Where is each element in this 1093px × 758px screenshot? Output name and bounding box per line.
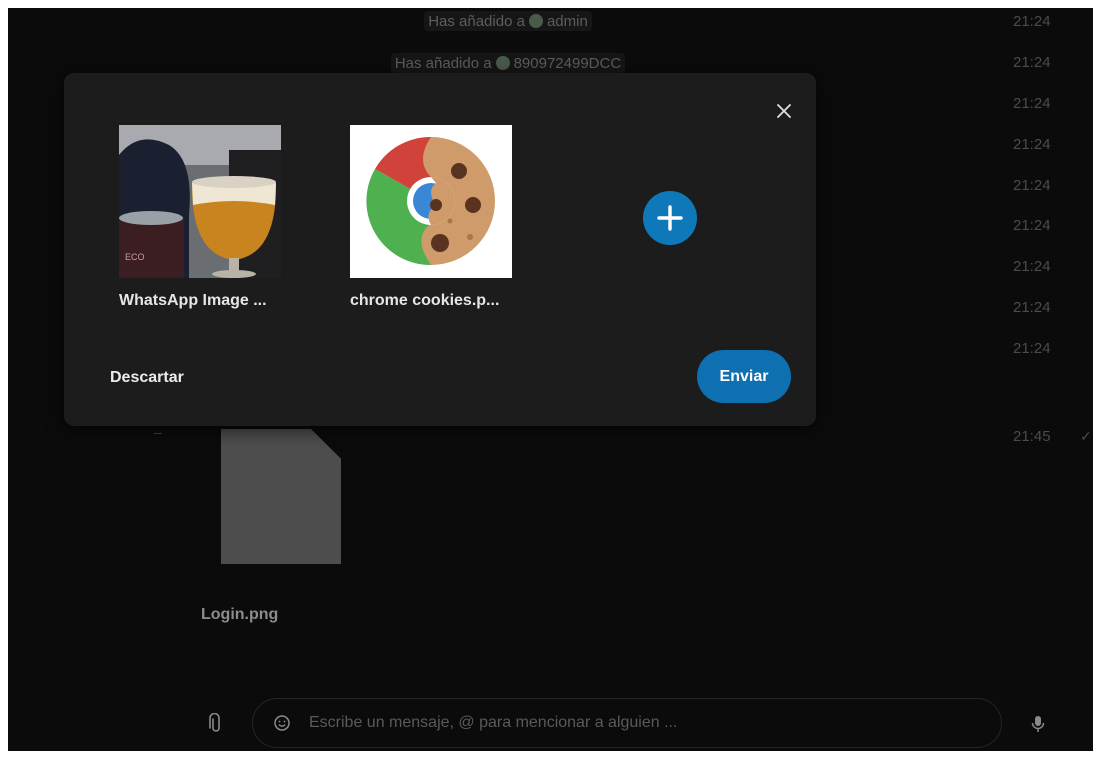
svg-text:ECO: ECO [125, 252, 145, 262]
discard-button[interactable]: Descartar [110, 369, 184, 387]
message-timestamp: 21:45 [1013, 428, 1051, 445]
send-files-dialog: ECO WhatsApp Image ... chrome cookies.p.… [64, 73, 816, 426]
add-attachment-button[interactable] [643, 191, 697, 245]
emoji-icon[interactable] [271, 712, 293, 734]
message-timestamp: 21:24 [1013, 54, 1051, 71]
system-message-user[interactable]: admin [547, 13, 588, 30]
message-timestamp: 21:24 [1013, 13, 1051, 30]
system-message: Has añadido a admin [8, 11, 1008, 31]
attachment-item[interactable]: ECO WhatsApp Image ... [119, 125, 281, 310]
user-avatar-icon [495, 56, 510, 70]
message-timestamp: 21:24 [1013, 136, 1051, 153]
attachment-name: WhatsApp Image ... [119, 292, 267, 309]
message-timestamp: 21:24 [1013, 95, 1051, 112]
system-message-text: Has añadido a [428, 12, 525, 30]
sent-check-icon: ✓ [1080, 428, 1092, 444]
file-thumbnail[interactable] [221, 429, 341, 564]
attachment-thumbnail: ECO [119, 125, 281, 278]
message-timestamp: 21:24 [1013, 217, 1051, 234]
attachment-item[interactable]: chrome cookies.p... [350, 125, 512, 310]
attach-icon[interactable] [209, 712, 223, 740]
message-timestamp: 21:24 [1013, 299, 1051, 316]
file-name[interactable]: Login.png [201, 606, 278, 624]
system-message-user[interactable]: 890972499DCC [514, 55, 622, 72]
message-timestamp: 21:24 [1013, 177, 1051, 194]
message-timestamp: 21:24 [1013, 340, 1051, 357]
system-message-text: Has añadido a [394, 54, 492, 72]
message-timestamp: 21:24 [1013, 258, 1051, 275]
divider [154, 433, 162, 434]
attachment-name: chrome cookies.p... [350, 292, 500, 309]
message-input[interactable] [307, 713, 1001, 733]
close-icon[interactable] [772, 99, 796, 123]
chat-window: Has añadido a admin Has añadido a 890972… [8, 8, 1093, 751]
send-button[interactable]: Enviar [697, 350, 791, 403]
message-composer [252, 698, 1002, 748]
user-avatar-icon [528, 14, 543, 28]
attachment-thumbnail [350, 125, 512, 278]
system-message: Has añadido a 890972499DCC [8, 53, 1008, 73]
microphone-icon[interactable] [1030, 713, 1046, 740]
plus-icon [657, 205, 683, 231]
